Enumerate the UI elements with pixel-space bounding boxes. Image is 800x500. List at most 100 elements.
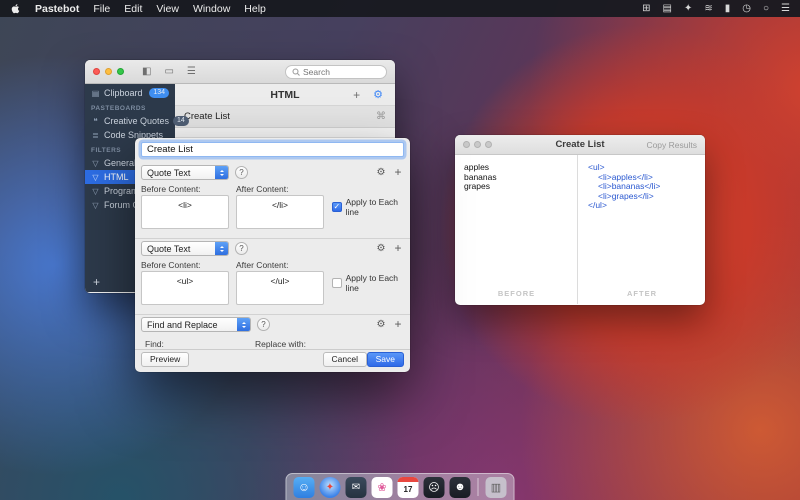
add-pasteboard-button[interactable]: +	[93, 275, 100, 289]
sidebar-toggle-icon[interactable]: ◧	[142, 66, 151, 77]
sidebar-item-creative-quotes[interactable]: ❝ Creative Quotes 14	[85, 114, 189, 128]
step1-before-textarea[interactable]: <li>	[141, 195, 229, 229]
step1-help-button[interactable]: ?	[235, 166, 248, 179]
notification-center-icon[interactable]: ☰	[781, 3, 790, 14]
preview-button[interactable]: Preview	[141, 352, 190, 367]
pasteboards-section-header: PASTEBOARDS	[91, 105, 146, 112]
clipboard-count-badge: 134	[149, 88, 169, 98]
trash-icon[interactable]: ▥	[485, 476, 507, 498]
battery-icon[interactable]: ▮	[725, 3, 731, 14]
safari-icon[interactable]: ✦	[319, 476, 341, 498]
preview-window: Create List Copy Results apples bananas …	[455, 135, 705, 305]
menu-edit[interactable]: Edit	[124, 3, 142, 15]
checkbox-unchecked-icon[interactable]	[332, 278, 342, 288]
after-line: </ul>	[588, 200, 607, 210]
cancel-button[interactable]: Cancel	[322, 352, 367, 367]
grid-icon[interactable]: ⊞	[642, 3, 650, 14]
close-button[interactable]	[93, 68, 100, 75]
step2-before-textarea[interactable]: <ul>	[141, 271, 229, 305]
checkbox-label: Apply to Each line	[345, 273, 399, 293]
step2-help-button[interactable]: ?	[235, 242, 248, 255]
wifi-icon[interactable]: ≋	[704, 3, 712, 14]
chevron-up-down-icon	[215, 242, 228, 255]
dock-separator	[477, 478, 479, 496]
filter-icon: ▽	[92, 158, 99, 168]
copy-results-button[interactable]: Copy Results	[646, 140, 697, 150]
filter-icon: ▽	[92, 186, 99, 196]
step3-add-button[interactable]: +	[391, 317, 405, 331]
replace-with-label: Replace with:	[255, 339, 307, 349]
menubar-status-icons: ⊞ ▤ ✦ ≋ ▮ ◷ ○ ☰	[642, 3, 790, 14]
checkbox-checked-icon[interactable]: ✓	[332, 202, 342, 212]
calendar-icon[interactable]: 17	[397, 476, 419, 498]
menu-window[interactable]: Window	[193, 3, 230, 15]
desktop: Pastebot File Edit View Window Help ⊞ ▤ …	[0, 0, 800, 500]
preview-before-pane: apples bananas grapes	[455, 155, 578, 304]
clock-icon[interactable]: ◷	[742, 3, 751, 14]
divider	[135, 349, 410, 350]
step3-gear-icon[interactable]: ⚙	[374, 319, 388, 330]
divider	[135, 314, 410, 315]
menubar-app-name[interactable]: Pastebot	[35, 3, 79, 15]
step1-add-button[interactable]: +	[391, 165, 405, 179]
after-content-label: After Content:	[236, 260, 289, 270]
chevron-up-down-icon	[237, 318, 250, 331]
step3-help-button[interactable]: ?	[257, 318, 270, 331]
display-icon[interactable]: ▤	[663, 3, 672, 14]
step1-apply-checkbox[interactable]: ✓ Apply to Each line	[332, 197, 410, 217]
step2-apply-checkbox[interactable]: Apply to Each line	[332, 273, 410, 293]
layout-view-icon[interactable]: ▭	[164, 66, 173, 77]
preview-titlebar: Create List Copy Results	[455, 135, 705, 155]
step2-add-button[interactable]: +	[391, 241, 405, 255]
minimize-button[interactable]	[105, 68, 112, 75]
finder-icon[interactable]: ☺	[293, 476, 315, 498]
pastebot-robot-icon[interactable]: ☻	[449, 476, 471, 498]
step2-type-dropdown[interactable]: Quote Text	[141, 241, 229, 256]
preview-body: apples bananas grapes <ul> <li>apples</l…	[455, 155, 705, 304]
before-line: grapes	[464, 181, 490, 191]
filter-edit-dialog: Quote Text ? ⚙ + Before Content: After C…	[135, 138, 410, 372]
mail-icon[interactable]: ✉	[345, 476, 367, 498]
step2-after-textarea[interactable]: </ul>	[236, 271, 324, 305]
before-caption: BEFORE	[497, 289, 536, 298]
quote-icon: ❝	[93, 116, 98, 126]
menu-view[interactable]: View	[156, 3, 179, 15]
apple-icon[interactable]	[10, 3, 21, 14]
sidebar-item-label: Clipboard	[104, 88, 143, 98]
chevron-up-down-icon	[215, 166, 228, 179]
search-input[interactable]	[303, 66, 373, 77]
save-button[interactable]: Save	[366, 352, 404, 367]
dock: ☺ ✦ ✉ ❀ 17 ☹ ☻ ▥	[285, 473, 515, 500]
spotlight-icon[interactable]: ○	[763, 3, 769, 14]
step2-gear-icon[interactable]: ⚙	[374, 243, 388, 254]
search-field[interactable]	[285, 64, 387, 79]
screaming-face-icon[interactable]: ☹	[423, 476, 445, 498]
add-filter-button[interactable]: +	[353, 88, 360, 102]
divider	[135, 238, 410, 239]
sidebar-item-clipboard[interactable]: ▤ Clipboard 134	[85, 86, 175, 100]
dropbox-icon[interactable]: ✦	[684, 3, 692, 14]
step1-after-textarea[interactable]: </li>	[236, 195, 324, 229]
photos-icon[interactable]: ❀	[371, 476, 393, 498]
menu-file[interactable]: File	[93, 3, 110, 15]
zoom-button[interactable]	[117, 68, 124, 75]
step1-type-dropdown[interactable]: Quote Text	[141, 165, 229, 180]
filter-row-create-list[interactable]: Create List ⌘	[175, 106, 395, 128]
preview-after-pane: <ul> <li>apples</li> <li>bananas</li> <l…	[578, 155, 705, 304]
list-view-icon[interactable]: ☰	[187, 66, 196, 77]
menu-help[interactable]: Help	[244, 3, 266, 15]
before-content-label: Before Content:	[141, 184, 201, 194]
count-badge: 14	[173, 116, 189, 126]
content-header: HTML + ⚙	[175, 84, 395, 106]
clipboard-icon: ▤	[91, 88, 100, 98]
step1-gear-icon[interactable]: ⚙	[374, 167, 388, 178]
filter-row-label: Create List	[184, 111, 230, 122]
step3-type-dropdown[interactable]: Find and Replace	[141, 317, 251, 332]
dropdown-value: Quote Text	[147, 243, 191, 254]
filter-name-input[interactable]	[141, 142, 404, 157]
after-content-label: After Content:	[236, 184, 289, 194]
dropdown-value: Quote Text	[147, 167, 191, 178]
sidebar-item-label: Creative Quotes	[104, 116, 170, 126]
gear-icon[interactable]: ⚙	[373, 88, 383, 102]
after-caption: AFTER	[627, 289, 657, 298]
